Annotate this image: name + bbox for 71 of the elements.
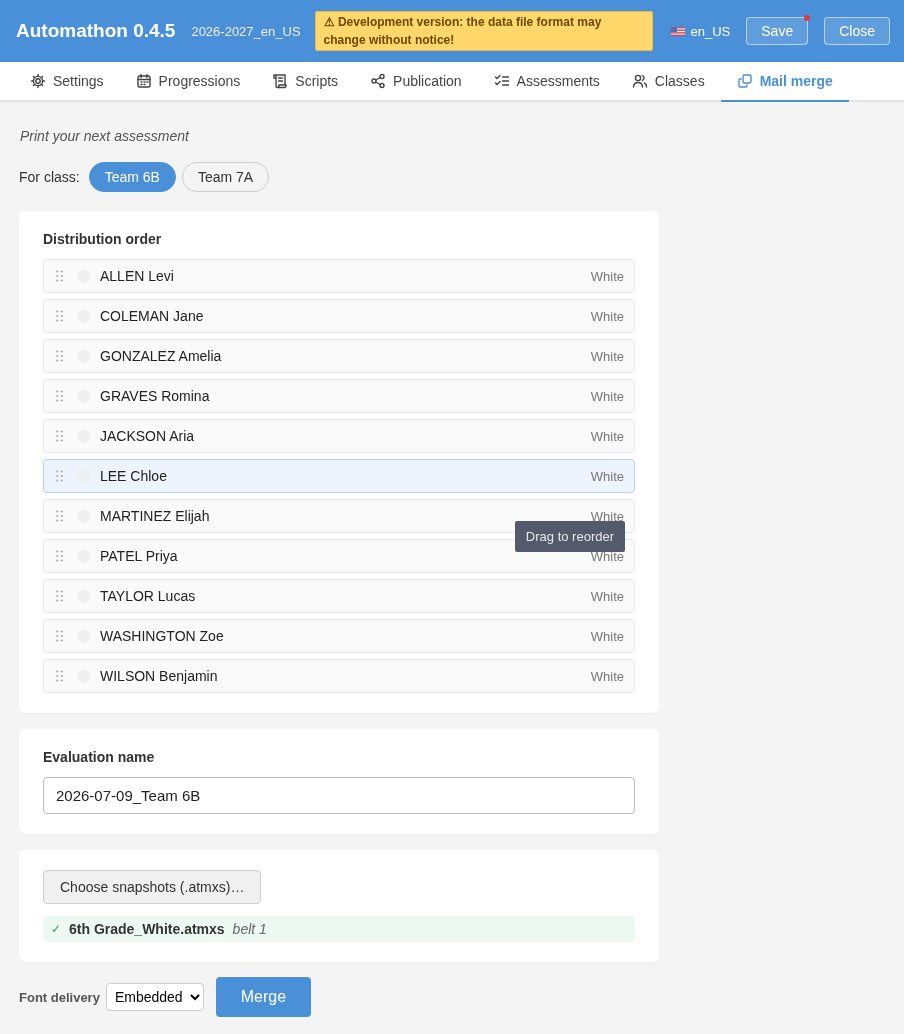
- drag-handle-icon[interactable]: [56, 310, 63, 322]
- belt-label: White: [590, 428, 624, 444]
- copy-icon: [736, 73, 753, 89]
- tab[interactable]: Progressions: [119, 62, 257, 102]
- student-name: COLEMAN Jane: [100, 308, 205, 324]
- app-title: Automathon 0.4.5: [16, 20, 176, 42]
- font-delivery-select[interactable]: Embedded: [105, 983, 204, 1011]
- dataset-label: 2026-2027_en_US: [191, 23, 301, 39]
- file-name: 6th Grade_White.atmxs: [69, 921, 225, 937]
- drag-handle-icon[interactable]: [56, 390, 63, 402]
- belt-label: White: [590, 588, 624, 604]
- student-row[interactable]: WILSON Benjamin White: [43, 659, 635, 693]
- belt-label: White: [590, 308, 624, 324]
- drag-handle-icon[interactable]: [56, 350, 63, 362]
- choose-snapshots-button[interactable]: Choose snapshots (.atmxs)…: [43, 870, 262, 904]
- belt-label: White: [590, 628, 624, 644]
- gear-icon: [30, 73, 46, 89]
- belt-label: White: [590, 508, 624, 524]
- student-row[interactable]: WASHINGTON Zoe White: [43, 619, 635, 653]
- student-row[interactable]: JACKSON Aria White: [43, 419, 635, 453]
- student-name: LEE Chloe: [100, 468, 168, 484]
- belt-label: White: [590, 348, 624, 364]
- student-row[interactable]: GRAVES Romina White: [43, 379, 635, 413]
- student-row[interactable]: ALLEN Levi White: [43, 259, 635, 293]
- warning-banner: ⚠ Development version: the data file format may change without notice!: [314, 11, 653, 51]
- field-label: Evaluation name: [43, 749, 156, 765]
- drag-handle-icon[interactable]: [56, 550, 63, 562]
- tab[interactable]: Settings: [14, 62, 120, 102]
- belt-label: White: [590, 668, 624, 684]
- student-row[interactable]: COLEMAN Jane White: [43, 299, 635, 333]
- student-name: WASHINGTON Zoe: [100, 628, 225, 644]
- class-option[interactable]: Team 7A: [181, 162, 270, 192]
- student-name: ALLEN Levi: [100, 268, 175, 284]
- check-icon: ✓: [51, 922, 61, 936]
- section-title: Distribution order: [43, 231, 163, 247]
- drag-handle-icon[interactable]: [56, 430, 63, 442]
- calendar-icon: [135, 73, 152, 89]
- locale-label: en_US: [690, 23, 731, 39]
- users-icon: [631, 73, 648, 89]
- intro-text: Print your next assessment: [20, 128, 191, 144]
- student-row[interactable]: LEE Chloe White: [43, 459, 635, 493]
- belt-label: White: [590, 388, 624, 404]
- student-name: MARTINEZ Elijah: [100, 508, 211, 524]
- belt-label: White: [590, 268, 624, 284]
- drag-handle-icon[interactable]: [56, 510, 63, 522]
- font-delivery-label: Font delivery: [19, 989, 100, 1005]
- drag-handle-icon[interactable]: [56, 590, 63, 602]
- evaluation-name-field[interactable]: 2026-07-09_Team 6B: [43, 777, 635, 814]
- student-name: GRAVES Romina: [100, 388, 211, 404]
- share-icon: [370, 73, 387, 89]
- student-name: TAYLOR Lucas: [100, 588, 197, 604]
- class-label: For class:: [19, 169, 80, 185]
- student-name: GONZALEZ Amelia: [100, 348, 223, 364]
- tab[interactable]: Assessments: [477, 62, 616, 102]
- student-name: JACKSON Aria: [100, 428, 196, 444]
- drag-handle-icon[interactable]: [56, 270, 63, 282]
- scroll-icon: [272, 73, 289, 89]
- file-note: belt 1: [232, 921, 267, 937]
- tooltip: Drag to reorder: [514, 521, 625, 552]
- drag-handle-icon[interactable]: [56, 470, 63, 482]
- tab[interactable]: Scripts: [256, 62, 355, 102]
- tab[interactable]: Classes: [615, 62, 721, 102]
- checklist-icon: [493, 73, 510, 89]
- belt-label: White: [590, 468, 624, 484]
- tab[interactable]: Publication: [354, 62, 478, 102]
- drag-handle-icon[interactable]: [56, 630, 63, 642]
- student-row[interactable]: GONZALEZ Amelia White: [43, 339, 635, 373]
- student-name: WILSON Benjamin: [100, 668, 219, 684]
- student-row[interactable]: TAYLOR Lucas White: [43, 579, 635, 613]
- drag-handle-icon[interactable]: [56, 670, 63, 682]
- flag-icon: [670, 26, 685, 36]
